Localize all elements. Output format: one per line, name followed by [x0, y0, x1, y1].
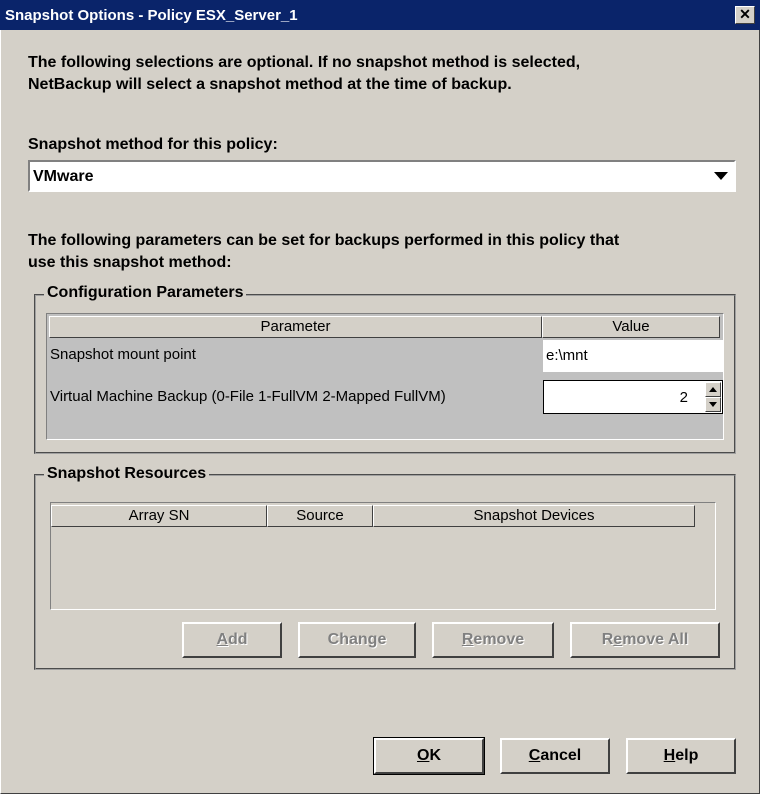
snapshot-resources-list[interactable] [51, 527, 715, 609]
param-row-2-value: 2 [679, 389, 688, 406]
params-intro-line-1: The following parameters can be set for … [28, 232, 620, 249]
close-icon: ✕ [739, 6, 751, 22]
title-bar: Snapshot Options - Policy ESX_Server_1 ✕ [0, 0, 760, 30]
intro-text-line-2: NetBackup will select a snapshot method … [28, 76, 512, 93]
snapshot-resources-table: Array SN Source Snapshot Devices [50, 502, 716, 610]
window-title: Snapshot Options - Policy ESX_Server_1 [5, 7, 298, 24]
column-header-source[interactable]: Source [267, 505, 373, 527]
arrow-down-icon [709, 402, 717, 407]
configuration-parameters-table: Parameter Value Snapshot mount point e:\… [46, 313, 724, 440]
param-row-1-value-field[interactable]: e:\mnt [543, 340, 723, 372]
column-header-parameter[interactable]: Parameter [49, 316, 542, 338]
spinner-down-button[interactable] [705, 397, 721, 412]
arrow-up-icon [709, 387, 717, 392]
column-header-value[interactable]: Value [542, 316, 720, 338]
param-row-2-value-field[interactable]: 2 [543, 380, 723, 414]
chevron-down-icon[interactable] [714, 172, 728, 180]
change-button[interactable]: Change [298, 622, 416, 658]
param-row-1-value: e:\mnt [546, 347, 588, 364]
snapshot-method-dropdown[interactable]: VMware [28, 160, 736, 192]
cancel-button[interactable]: Cancel [500, 738, 610, 774]
close-button[interactable]: ✕ [735, 6, 755, 24]
remove-button[interactable]: Remove [432, 622, 554, 658]
param-row-1-name: Snapshot mount point [50, 346, 196, 363]
snapshot-method-label: Snapshot method for this policy: [28, 136, 278, 153]
configuration-parameters-legend: Configuration Parameters [44, 284, 247, 302]
intro-text-line-1: The following selections are optional. I… [28, 54, 581, 71]
add-button[interactable]: Add [182, 622, 282, 658]
snapshot-method-selected: VMware [33, 168, 94, 185]
remove-all-button[interactable]: Remove All [570, 622, 720, 658]
help-button[interactable]: Help [626, 738, 736, 774]
param-row-2-name: Virtual Machine Backup (0-File 1-FullVM … [50, 388, 446, 405]
column-header-snapshot-devices[interactable]: Snapshot Devices [373, 505, 695, 527]
ok-button[interactable]: OK [373, 737, 485, 775]
params-intro-line-2: use this snapshot method: [28, 254, 232, 271]
spinner-up-button[interactable] [705, 382, 721, 397]
column-header-array-sn[interactable]: Array SN [51, 505, 267, 527]
snapshot-resources-legend: Snapshot Resources [44, 465, 210, 483]
